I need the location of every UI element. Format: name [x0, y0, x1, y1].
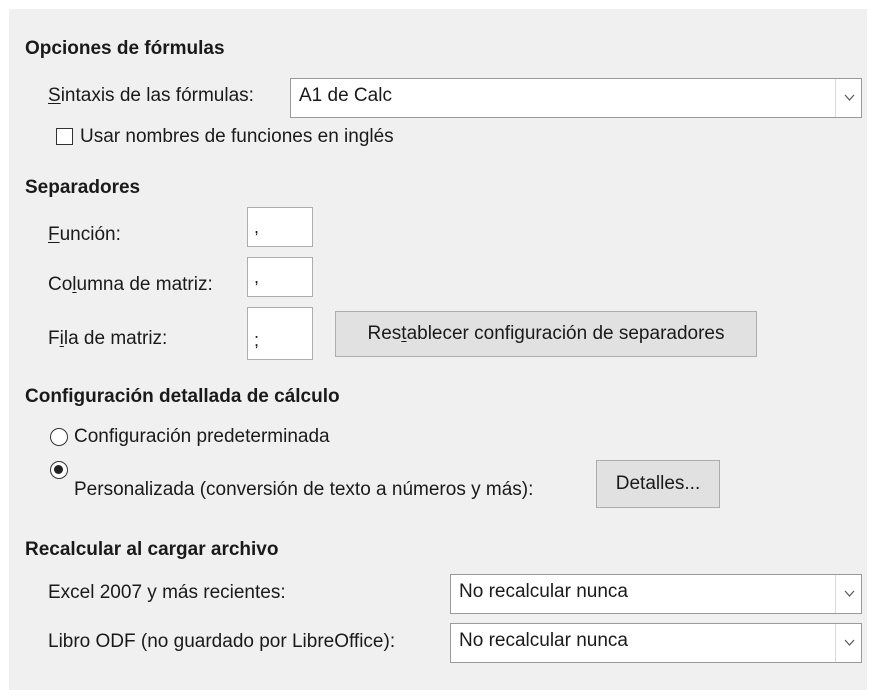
array-row-separator-input[interactable]: ;: [247, 307, 313, 360]
array-column-separator-label: Columna de matriz:: [48, 274, 213, 295]
separators-heading: Separadores: [25, 177, 141, 198]
formula-options-heading: Opciones de fórmulas: [25, 38, 225, 59]
excel-recalc-label: Excel 2007 y más recientes:: [48, 582, 286, 603]
english-names-checkbox[interactable]: [56, 128, 73, 145]
formula-syntax-value: A1 de Calc: [299, 85, 392, 106]
default-settings-label: Configuración predeterminada: [74, 426, 330, 447]
array-column-separator-input[interactable]: ,: [247, 257, 313, 297]
odf-recalc-dropdown[interactable]: No recalcular nunca: [450, 623, 862, 663]
detailed-calc-heading: Configuración detallada de cálculo: [25, 386, 340, 407]
default-settings-radio[interactable]: [50, 428, 68, 446]
chevron-down-icon[interactable]: [835, 624, 861, 662]
english-names-label: Usar nombres de funciones en inglés: [80, 126, 394, 147]
custom-settings-radio[interactable]: [50, 461, 68, 479]
radio-selected-dot: [54, 465, 63, 474]
array-row-separator-label: Fila de matriz:: [48, 328, 168, 349]
chevron-down-icon[interactable]: [835, 79, 861, 117]
recalc-on-load-heading: Recalcular al cargar archivo: [25, 539, 279, 560]
odf-recalc-value: No recalcular nunca: [459, 630, 628, 651]
reset-separators-button[interactable]: Restablecer configuración de separadores: [335, 311, 757, 357]
odf-recalc-label: Libro ODF (no guardado por LibreOffice):: [48, 631, 396, 652]
custom-settings-label: Personalizada (conversión de texto a núm…: [74, 479, 534, 500]
function-separator-label: Función:: [48, 224, 121, 245]
excel-recalc-value: No recalcular nunca: [459, 581, 628, 602]
excel-recalc-dropdown[interactable]: No recalcular nunca: [450, 574, 862, 614]
formula-syntax-dropdown[interactable]: A1 de Calc: [290, 78, 862, 118]
chevron-down-icon[interactable]: [835, 575, 861, 613]
formula-syntax-label: Sintaxis de las fórmulas:: [48, 85, 254, 106]
options-panel: Opciones de fórmulas Sintaxis de las fór…: [9, 9, 867, 690]
details-button[interactable]: Detalles...: [596, 460, 720, 508]
function-separator-input[interactable]: ,: [247, 207, 313, 247]
